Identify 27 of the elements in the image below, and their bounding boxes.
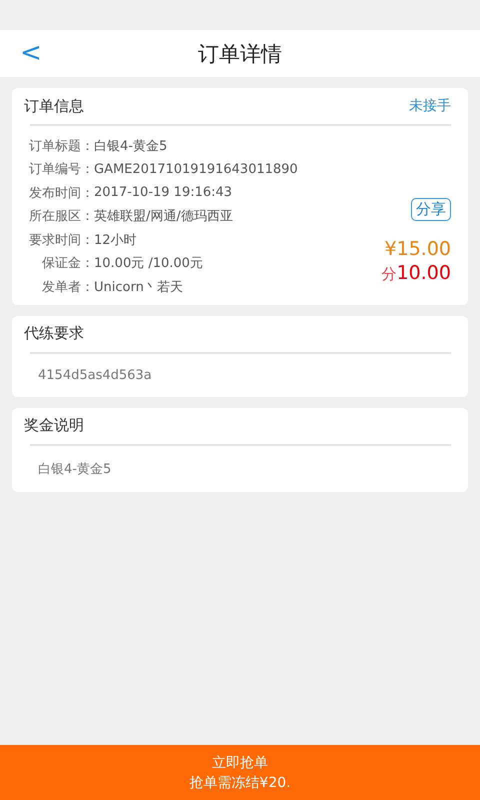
field-label: 所在服区： (28, 208, 94, 226)
field-value: GAME20171019191643011890 (94, 162, 298, 177)
share-button[interactable]: 分享 (411, 198, 451, 221)
field-value: 10.00元 /10.00元 (94, 255, 203, 272)
price-amount: ¥15.00 (384, 238, 451, 260)
field-value: 白银4-黄金5 (94, 138, 168, 155)
card-title: 代练要求 (24, 324, 84, 343)
back-button[interactable]: < (14, 38, 48, 68)
points-amount: 10.00 (396, 262, 451, 284)
grab-order-button[interactable]: 立即抢单 抢单需冻结¥20. (0, 745, 480, 800)
field-label: 订单标题： (28, 138, 94, 155)
field-label: 发布时间： (28, 184, 94, 202)
field-label: 保证金： (41, 255, 94, 272)
field-value: 12小时 (94, 232, 137, 249)
field-label: 订单编号： (28, 161, 94, 178)
field-value: 英雄联盟/网通/德玛西亚 (94, 208, 233, 226)
section-text: 4154d5as4d563a (37, 366, 153, 384)
field-label: 要求时间： (28, 232, 94, 249)
card-title: 订单信息 (24, 96, 84, 116)
order-status: 未接手 (409, 97, 451, 115)
field-value: 2017-10-19 19:16:43 (94, 185, 232, 200)
page-title: 订单详情 (198, 40, 282, 68)
field-label: 发单者： (41, 278, 94, 296)
points-symbol: 分 (382, 265, 397, 284)
section-text: 白银4-黄金5 (37, 460, 112, 478)
field-value: Unicorn丶若天 (94, 278, 183, 296)
card-title: 奖金说明 (24, 416, 84, 435)
